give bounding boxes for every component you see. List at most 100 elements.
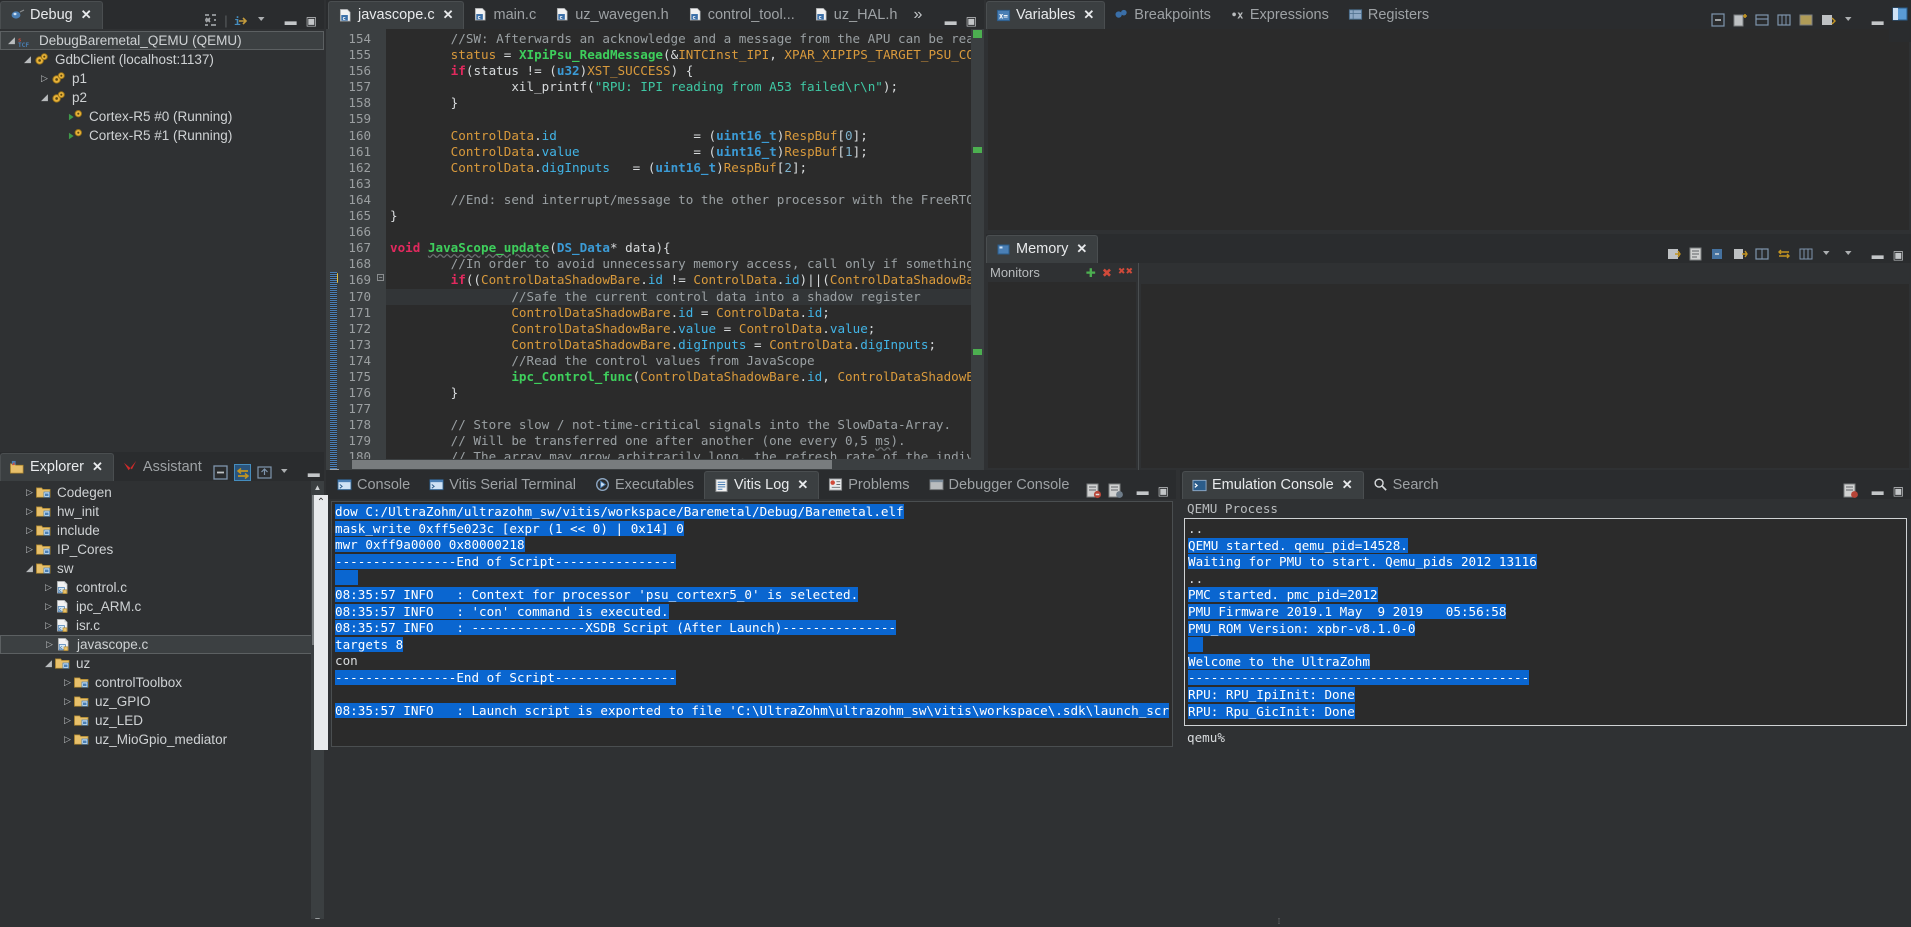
explorer-tree-row[interactable]: ▷ uz_LED xyxy=(0,711,324,730)
tab-memory[interactable]: Memory ✕ xyxy=(986,235,1099,263)
explorer-tree-row[interactable]: ▷ controlToolbox xyxy=(0,673,324,692)
expand-arrow-open-icon[interactable]: ◢ xyxy=(21,54,34,65)
editor-tab-uz-wavegen-h[interactable]: c uz_wavegen.h xyxy=(546,1,679,29)
code-line[interactable]: ControlDataShadowBare.digInputs = Contro… xyxy=(386,337,971,353)
maximize-icon[interactable]: ▣ xyxy=(306,15,317,27)
code-line[interactable]: //In order to avoid unnecessary memory a… xyxy=(386,256,971,272)
expand-arrow-closed-icon[interactable]: ▷ xyxy=(61,715,74,726)
add-expression-icon[interactable] xyxy=(1732,12,1749,29)
tab-debug[interactable]: Debug ✕ xyxy=(0,1,103,29)
close-icon[interactable]: ✕ xyxy=(81,7,92,23)
minimize-icon[interactable]: ▬ xyxy=(1872,15,1884,27)
editor-code-area[interactable]: //SW: Afterwards an acknowledge and a me… xyxy=(386,29,971,470)
scroll-up-icon[interactable]: ▲ xyxy=(311,481,324,494)
editor-vertical-scrollbar[interactable] xyxy=(971,29,984,470)
expand-arrow-closed-icon[interactable]: ▷ xyxy=(42,620,55,631)
expand-arrow-closed-icon[interactable]: ▷ xyxy=(42,582,55,593)
link-with-editor-icon[interactable] xyxy=(233,464,251,481)
collapse-all-icon[interactable] xyxy=(1710,12,1727,29)
resize-grip[interactable]: ⁞ xyxy=(1270,918,1288,926)
close-icon[interactable]: ✕ xyxy=(92,459,103,475)
code-line[interactable] xyxy=(386,111,971,127)
tab-executables[interactable]: Executables xyxy=(586,471,704,499)
editor-tab-control-tool---[interactable]: c control_tool... xyxy=(679,1,805,29)
explorer-tree-row[interactable]: ▷ uz_GPIO xyxy=(0,692,324,711)
expand-arrow-open-icon[interactable]: ◢ xyxy=(5,35,18,46)
code-line[interactable] xyxy=(386,224,971,240)
expand-arrow-closed-icon[interactable]: ▷ xyxy=(23,525,36,536)
chevron-down-icon[interactable] xyxy=(1820,246,1837,263)
split-view-icon[interactable] xyxy=(1754,246,1771,263)
editor-annotation-gutter[interactable]: i xyxy=(326,29,342,470)
editor-horizontal-scrollbar[interactable] xyxy=(342,459,971,470)
console-settings-icon[interactable] xyxy=(1107,482,1124,499)
qemu-prompt[interactable]: qemu% xyxy=(1184,726,1907,745)
code-line[interactable]: if((ControlDataShadowBare.id != ControlD… xyxy=(386,272,971,288)
editor-tab-javascope-c[interactable]: c javascope.c ✕ xyxy=(328,1,465,29)
code-line[interactable]: } xyxy=(386,385,971,401)
expand-arrow-closed-icon[interactable]: ▷ xyxy=(42,601,55,612)
clear-console-icon[interactable] xyxy=(1842,482,1859,499)
debug-tree-row[interactable]: ▷ p1 xyxy=(0,69,324,88)
collapse-all-icon[interactable] xyxy=(212,464,229,481)
code-line[interactable]: ipc_Control_func(ControlDataShadowBare.i… xyxy=(386,369,971,385)
code-line[interactable]: // Will be transferred one after another… xyxy=(386,433,971,449)
explorer-tree-row[interactable]: ▷ uz_MioGpio_mediator xyxy=(0,730,324,749)
maximize-icon[interactable]: ▣ xyxy=(1893,249,1904,261)
expand-arrow-open-icon[interactable]: ◢ xyxy=(38,92,51,103)
code-line[interactable]: // Store slow / not-time-critical signal… xyxy=(386,417,971,433)
tab-breakpoints[interactable]: Breakpoints xyxy=(1105,1,1221,29)
pin-memory-icon[interactable] xyxy=(1710,246,1727,263)
code-line[interactable]: //SW: Afterwards an acknowledge and a me… xyxy=(386,31,971,47)
code-editor[interactable]: i 15415515615715815916016116216316416516… xyxy=(326,29,984,470)
layout-icon[interactable] xyxy=(1754,12,1771,29)
minimize-icon[interactable]: ▬ xyxy=(945,15,957,27)
minimize-icon[interactable]: ▬ xyxy=(1872,485,1884,497)
perspective-icon[interactable] xyxy=(1892,6,1908,22)
view-menu-icon[interactable] xyxy=(278,464,295,481)
import-memory-icon[interactable] xyxy=(1666,246,1683,263)
explorer-tree-row[interactable]: ▷ c javascope.c xyxy=(0,635,324,654)
memory-monitors-list[interactable] xyxy=(988,282,1136,468)
code-line[interactable]: ControlData.digInputs = (uint16_t)RespBu… xyxy=(386,160,971,176)
expand-arrow-closed-icon[interactable]: ▷ xyxy=(23,506,36,517)
tab-problems[interactable]: Problems xyxy=(819,471,919,499)
variables-body[interactable] xyxy=(988,29,1909,230)
tab-debugger-console[interactable]: Debugger Console xyxy=(920,471,1080,499)
expand-arrow-closed-icon[interactable]: ▷ xyxy=(61,677,74,688)
close-icon[interactable]: ✕ xyxy=(443,7,454,23)
debug-tree-row[interactable]: Cortex-R5 #1 (Running) xyxy=(0,126,324,145)
code-line[interactable]: ControlDataShadowBare.value = ControlDat… xyxy=(386,321,971,337)
link-memory-icon[interactable] xyxy=(1732,246,1749,263)
explorer-tree-row[interactable]: ▷ Codegen xyxy=(0,483,324,502)
expand-arrow-closed-icon[interactable]: ▷ xyxy=(38,73,51,84)
tab-search[interactable]: Search xyxy=(1364,471,1449,499)
view-menu-icon[interactable] xyxy=(1842,246,1859,263)
view-menu-icon[interactable] xyxy=(255,12,272,29)
step-into-icon[interactable]: i xyxy=(233,12,250,29)
editor-tab-main-c[interactable]: c main.c xyxy=(464,1,546,29)
debug-tree-row[interactable]: Cortex-R5 #0 (Running) xyxy=(0,107,324,126)
memory-renderings-pane[interactable] xyxy=(1141,284,1909,468)
expand-arrow-open-icon[interactable]: ◢ xyxy=(23,563,36,574)
code-line[interactable]: //End: send interrupt/message to the oth… xyxy=(386,192,971,208)
close-icon[interactable]: ✕ xyxy=(1083,7,1094,23)
code-line[interactable] xyxy=(386,401,971,417)
debug-tree-row[interactable]: ◢ GdbClient (localhost:1137) xyxy=(0,50,324,69)
new-renderings-icon[interactable] xyxy=(1688,246,1705,263)
grid-icon[interactable] xyxy=(1776,12,1793,29)
close-icon[interactable]: ✕ xyxy=(1076,241,1087,257)
export-icon[interactable] xyxy=(1820,12,1837,29)
code-line[interactable]: status = XIpiPsu_ReadMessage(&INTCInst_I… xyxy=(386,47,971,63)
explorer-tree-row[interactable]: ◢ sw xyxy=(0,559,324,578)
add-monitor-icon[interactable]: ✚ xyxy=(1086,266,1096,280)
tab-explorer[interactable]: Explorer ✕ xyxy=(0,453,114,481)
tab-emulation-console[interactable]: Emulation Console ✕ xyxy=(1182,471,1364,499)
emulation-console-content[interactable]: .. QEMU started. qemu_pid=14528. Waiting f… xyxy=(1184,518,1907,726)
code-line[interactable]: } xyxy=(386,208,971,224)
columns-icon[interactable] xyxy=(1798,246,1815,263)
code-line[interactable]: //Read the control values from JavaScope xyxy=(386,353,971,369)
editor-more-tabs[interactable]: » xyxy=(907,6,928,29)
explorer-tree-row[interactable]: ▷ hw_init xyxy=(0,502,324,521)
code-line[interactable]: ControlDataShadowBare.id = ControlData.i… xyxy=(386,305,971,321)
